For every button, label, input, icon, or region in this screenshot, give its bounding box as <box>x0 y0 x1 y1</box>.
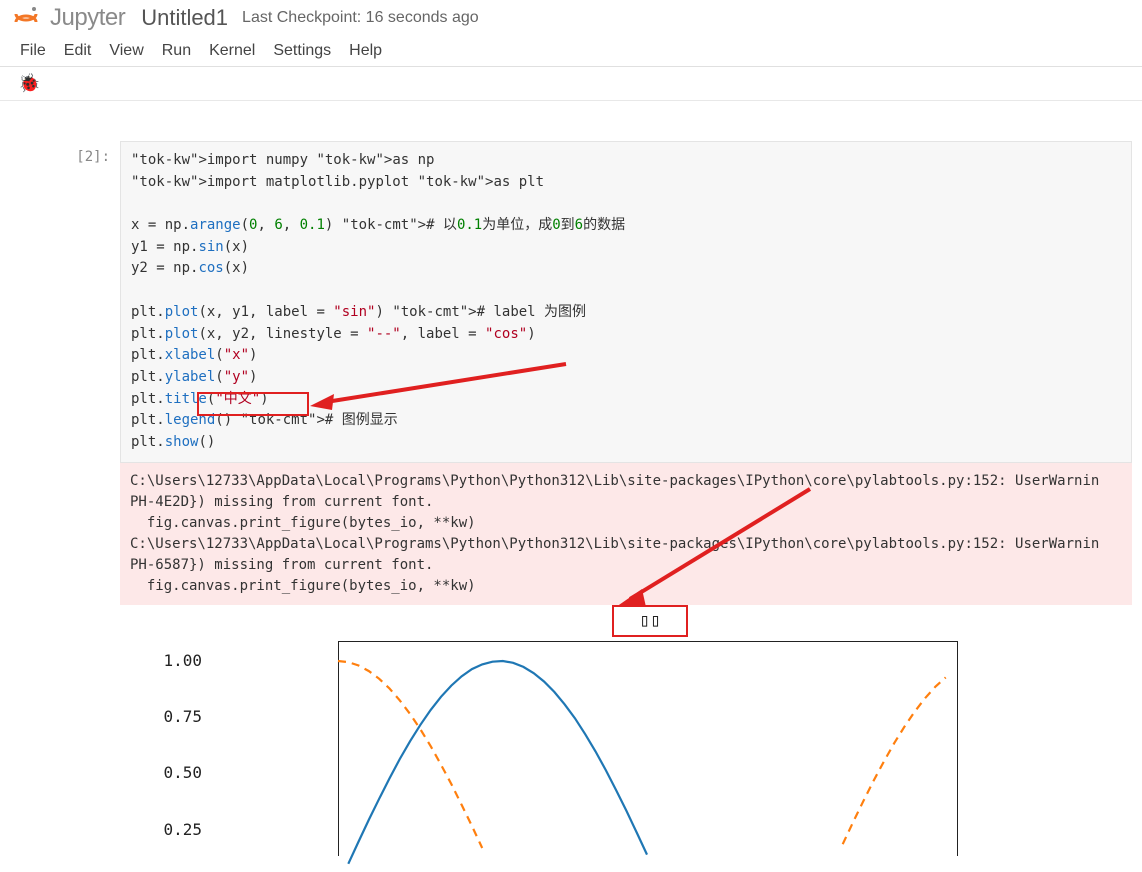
plot-svg <box>120 605 1120 865</box>
menu-file[interactable]: File <box>20 42 46 60</box>
cell-body: "tok-kw">import numpy "tok-kw">as np "to… <box>120 141 1132 865</box>
ytick-label: 0.75 <box>2 707 202 726</box>
app-name: Jupyter <box>50 4 125 32</box>
header: Jupyter Untitled1 Last Checkpoint: 16 se… <box>0 0 1142 36</box>
menu-view[interactable]: View <box>109 42 143 60</box>
code-cell[interactable]: [2]: "tok-kw">import numpy "tok-kw">as n… <box>50 141 1132 865</box>
ytick-label: 0.25 <box>2 820 202 839</box>
menu-kernel[interactable]: Kernel <box>209 42 255 60</box>
ytick-label: 0.50 <box>2 763 202 782</box>
document-title[interactable]: Untitled1 <box>141 5 228 31</box>
notebook-area: [2]: "tok-kw">import numpy "tok-kw">as n… <box>0 101 1142 865</box>
debug-icon[interactable]: 🐞 <box>18 73 40 93</box>
menu-help[interactable]: Help <box>349 42 382 60</box>
menu-run[interactable]: Run <box>162 42 191 60</box>
menu-settings[interactable]: Settings <box>273 42 331 60</box>
left-toolbar: 🐞 <box>0 67 1142 101</box>
menu-edit[interactable]: Edit <box>64 42 92 60</box>
plot-output: ▯▯ 1.000.750.500.25 <box>120 605 1132 865</box>
code-editor[interactable]: "tok-kw">import numpy "tok-kw">as np "to… <box>120 141 1132 463</box>
checkpoint-label: Last Checkpoint: 16 seconds ago <box>242 9 479 27</box>
cell-prompt: [2]: <box>50 141 120 865</box>
menubar: File Edit View Run Kernel Settings Help <box>0 36 1142 67</box>
ytick-label: 1.00 <box>2 651 202 670</box>
jupyter-logo-icon <box>12 4 40 32</box>
